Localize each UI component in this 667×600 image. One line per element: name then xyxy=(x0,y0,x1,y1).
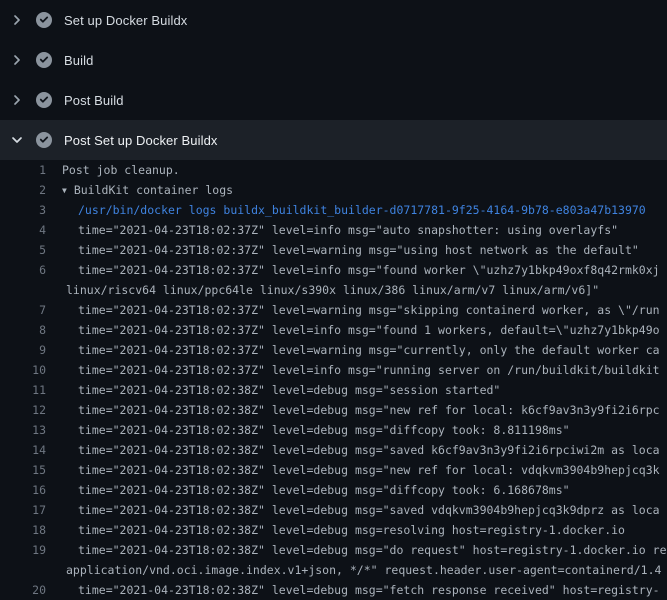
log-line-text: Post job cleanup. xyxy=(62,160,180,180)
log-line-text: time="2021-04-23T18:02:38Z" level=debug … xyxy=(78,520,625,540)
log-line: 19 time="2021-04-23T18:02:38Z" level=deb… xyxy=(0,540,667,560)
step-header-3[interactable]: Post Set up Docker Buildx xyxy=(0,120,667,160)
check-circle-icon xyxy=(36,52,52,68)
log-line: 17 time="2021-04-23T18:02:38Z" level=deb… xyxy=(0,500,667,520)
log-line: 3 /usr/bin/docker logs buildx_buildkit_b… xyxy=(0,200,667,220)
log-line-number[interactable]: 10 xyxy=(0,360,46,380)
step-header-1[interactable]: Build xyxy=(0,40,667,80)
log-line-number[interactable]: 16 xyxy=(0,480,46,500)
steps-list: Set up Docker Buildx Build P xyxy=(0,0,667,160)
chevron-right-icon xyxy=(9,12,25,28)
log-line: 1 Post job cleanup. xyxy=(0,160,667,180)
log-line: 15 time="2021-04-23T18:02:38Z" level=deb… xyxy=(0,460,667,480)
step-header-2[interactable]: Post Build xyxy=(0,80,667,120)
log-line: 9 time="2021-04-23T18:02:37Z" level=warn… xyxy=(0,340,667,360)
log-line-number[interactable]: 4 xyxy=(0,220,46,240)
log-line-number[interactable]: 1 xyxy=(0,160,46,180)
check-circle-icon xyxy=(36,12,52,28)
log-line-number[interactable]: 8 xyxy=(0,320,46,340)
chevron-right-icon xyxy=(9,52,25,68)
chevron-right-icon xyxy=(9,92,25,108)
log-line: 6 time="2021-04-23T18:02:37Z" level=info… xyxy=(0,260,667,280)
log-line-number[interactable]: 13 xyxy=(0,420,46,440)
log-line-number[interactable]: 3 xyxy=(0,200,46,220)
log-line-text: /usr/bin/docker logs buildx_buildkit_bui… xyxy=(78,200,646,220)
log-line-text: time="2021-04-23T18:02:37Z" level=warnin… xyxy=(78,240,639,260)
step-label: Build xyxy=(64,53,93,68)
log-line-number[interactable]: 17 xyxy=(0,500,46,520)
log-line-text: time="2021-04-23T18:02:38Z" level=debug … xyxy=(78,500,660,520)
check-circle-icon xyxy=(36,92,52,108)
log-line-text: time="2021-04-23T18:02:37Z" level=info m… xyxy=(78,220,618,240)
log-line-number[interactable]: 19 xyxy=(0,540,46,560)
log-line-number[interactable]: 14 xyxy=(0,440,46,460)
log-line-text: application/vnd.oci.image.index.v1+json,… xyxy=(66,560,661,580)
log-line: 18 time="2021-04-23T18:02:38Z" level=deb… xyxy=(0,520,667,540)
log-line-text: time="2021-04-23T18:02:38Z" level=debug … xyxy=(78,540,667,560)
log-line-text: time="2021-04-23T18:02:38Z" level=debug … xyxy=(78,480,570,500)
step-label: Post Set up Docker Buildx xyxy=(64,133,218,148)
step-label: Set up Docker Buildx xyxy=(64,13,187,28)
log-line-text: time="2021-04-23T18:02:37Z" level=warnin… xyxy=(78,300,660,320)
log-line: 7 time="2021-04-23T18:02:37Z" level=warn… xyxy=(0,300,667,320)
log-line: 12 time="2021-04-23T18:02:38Z" level=deb… xyxy=(0,400,667,420)
log-line-number[interactable]: 2 xyxy=(0,180,46,200)
log-line-number[interactable]: 6 xyxy=(0,260,46,280)
log-group-toggle-icon[interactable]: ▼ xyxy=(62,181,67,201)
log-line-number[interactable]: 12 xyxy=(0,400,46,420)
log-line-text: time="2021-04-23T18:02:37Z" level=warnin… xyxy=(78,340,660,360)
log-line-text: time="2021-04-23T18:02:38Z" level=debug … xyxy=(78,440,660,460)
log-line: 20 time="2021-04-23T18:02:38Z" level=deb… xyxy=(0,580,667,600)
log-line: 16 time="2021-04-23T18:02:38Z" level=deb… xyxy=(0,480,667,500)
log-line-number[interactable]: 15 xyxy=(0,460,46,480)
log-line: application/vnd.oci.image.index.v1+json,… xyxy=(0,560,667,580)
log-line: 11 time="2021-04-23T18:02:38Z" level=deb… xyxy=(0,380,667,400)
actions-log-viewer: Set up Docker Buildx Build P xyxy=(0,0,667,600)
log-line-number[interactable]: 5 xyxy=(0,240,46,260)
log-line-number[interactable]: 11 xyxy=(0,380,46,400)
log-line-text: time="2021-04-23T18:02:37Z" level=info m… xyxy=(78,360,660,380)
log-line-text: time="2021-04-23T18:02:37Z" level=info m… xyxy=(78,260,660,280)
step-label: Post Build xyxy=(64,93,124,108)
log-line-text: linux/riscv64 linux/ppc64le linux/s390x … xyxy=(66,280,599,300)
log-line: 13 time="2021-04-23T18:02:38Z" level=deb… xyxy=(0,420,667,440)
log-line-text: time="2021-04-23T18:02:38Z" level=debug … xyxy=(78,420,570,440)
log-line: linux/riscv64 linux/ppc64le linux/s390x … xyxy=(0,280,667,300)
log-line-text: time="2021-04-23T18:02:38Z" level=debug … xyxy=(78,580,660,600)
log-line-text: time="2021-04-23T18:02:38Z" level=debug … xyxy=(78,380,500,400)
log-line: 14 time="2021-04-23T18:02:38Z" level=deb… xyxy=(0,440,667,460)
check-circle-icon xyxy=(36,132,52,148)
log-line-number[interactable]: 18 xyxy=(0,520,46,540)
log-content: 1 Post job cleanup. 2 ▼BuildKit containe… xyxy=(0,160,667,600)
log-line: 5 time="2021-04-23T18:02:37Z" level=warn… xyxy=(0,240,667,260)
log-line-number[interactable]: 7 xyxy=(0,300,46,320)
log-line-text: time="2021-04-23T18:02:37Z" level=info m… xyxy=(78,320,660,340)
log-line: 8 time="2021-04-23T18:02:37Z" level=info… xyxy=(0,320,667,340)
chevron-down-icon xyxy=(9,132,25,148)
step-header-0[interactable]: Set up Docker Buildx xyxy=(0,0,667,40)
log-line: 10 time="2021-04-23T18:02:37Z" level=inf… xyxy=(0,360,667,380)
log-line-number[interactable]: 20 xyxy=(0,580,46,600)
log-line: 4 time="2021-04-23T18:02:37Z" level=info… xyxy=(0,220,667,240)
log-line: 2 ▼BuildKit container logs xyxy=(0,180,667,200)
log-line-text: time="2021-04-23T18:02:38Z" level=debug … xyxy=(78,460,660,480)
log-line-number[interactable]: 9 xyxy=(0,340,46,360)
log-line-text: ▼BuildKit container logs xyxy=(62,180,233,201)
log-line-text: time="2021-04-23T18:02:38Z" level=debug … xyxy=(78,400,660,420)
